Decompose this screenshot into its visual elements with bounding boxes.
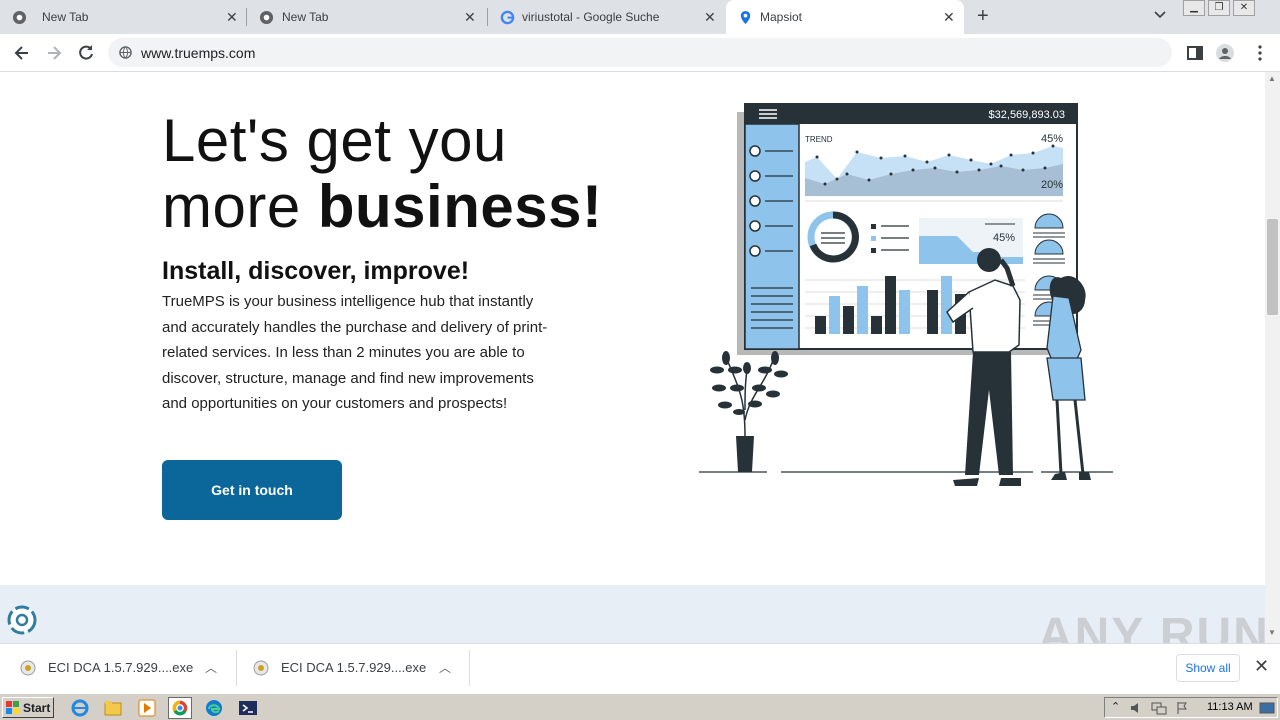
close-tab-icon[interactable]: ✕ [704, 9, 716, 26]
flag-icon[interactable] [1175, 701, 1189, 715]
tab-new-tab-2[interactable]: New Tab ✕ [247, 0, 487, 34]
hero-heading-line2-regular: more [162, 173, 318, 240]
chrome-icon [12, 10, 27, 25]
chevron-up-icon[interactable]: ︿ [205, 659, 217, 676]
download-filename: ECI DCA 1.5.7.929....exe [281, 660, 427, 675]
exe-file-icon [20, 660, 36, 676]
download-item[interactable]: ECI DCA 1.5.7.929....exe ︿ [236, 644, 470, 692]
hero-heading-line2-bold: business! [317, 173, 603, 240]
download-item[interactable]: ECI DCA 1.5.7.929....exe ︿ [0, 644, 236, 692]
business-dashboard-illustration: $32,569,893.03 TREND 45% 20% 45% [699, 103, 1113, 486]
windows-taskbar: Start ⌃ 11:13 AM [0, 693, 1280, 720]
scrollbar-thumb[interactable] [1267, 219, 1278, 315]
internet-explorer-icon[interactable] [70, 698, 90, 718]
tab-title: New Tab [42, 10, 89, 24]
profile-avatar-icon[interactable] [1215, 43, 1235, 63]
dashboard-amount: $32,569,893.03 [989, 109, 1065, 121]
trend-pct-bottom: 20% [1041, 179, 1063, 191]
url-text: www.truemps.com [141, 45, 256, 61]
restore-button[interactable]: ❐ [1208, 0, 1230, 16]
page-content: Let's get you more business! Install, di… [0, 72, 1265, 643]
page-scrollbar[interactable]: ▲ ▼ [1265, 72, 1280, 643]
start-button[interactable]: Start [2, 697, 54, 718]
show-all-button[interactable]: Show all [1176, 654, 1240, 682]
menu-kebab-icon[interactable] [1250, 43, 1270, 63]
close-tab-icon[interactable]: ✕ [464, 9, 476, 26]
tab-mapsiot[interactable]: Mapsiot ✕ [726, 0, 964, 34]
tab-strip: New Tab ✕ New Tab ✕ viriustotal - Google… [0, 0, 1280, 34]
back-arrow-icon[interactable] [12, 43, 32, 63]
tab-new-tab-1[interactable]: New Tab ✕ [0, 0, 245, 34]
forward-arrow-icon[interactable] [44, 43, 64, 63]
close-downloads-icon[interactable]: ✕ [1254, 656, 1269, 677]
plant-illustration [710, 351, 788, 472]
network-icon[interactable] [1151, 701, 1167, 715]
chevron-down-icon[interactable] [1153, 8, 1167, 22]
trend-label: TREND [805, 135, 833, 144]
woman-illustration [1046, 276, 1091, 480]
tab-title: New Tab [282, 10, 329, 24]
chevron-up-icon[interactable]: ︿ [439, 659, 451, 676]
tab-title: Mapsiot [760, 10, 803, 24]
globe-icon[interactable] [119, 46, 132, 59]
address-bar[interactable]: www.truemps.com [108, 38, 1172, 67]
download-filename: ECI DCA 1.5.7.929....exe [48, 660, 194, 675]
minimize-button[interactable]: ▁ [1183, 0, 1205, 16]
area-pct: 45% [993, 232, 1015, 244]
speaker-icon[interactable] [1129, 701, 1143, 715]
tray-expand-icon[interactable]: ⌃ [1111, 700, 1120, 713]
hero-subheading: Install, discover, improve! [162, 257, 470, 285]
chrome-icon [259, 10, 274, 25]
tab-title: viriustotal - Google Suche [522, 10, 660, 24]
close-tab-icon[interactable]: ✕ [226, 9, 238, 26]
exe-file-icon [253, 660, 269, 676]
windows-logo-icon [6, 700, 19, 714]
edge-icon[interactable] [204, 698, 224, 718]
tab-google-search[interactable]: viriustotal - Google Suche ✕ [488, 0, 726, 34]
file-explorer-icon[interactable] [103, 698, 123, 718]
reload-icon[interactable] [76, 43, 96, 63]
downloads-bar: ECI DCA 1.5.7.929....exe ︿ ECI DCA 1.5.7… [0, 643, 1280, 691]
side-panel-icon[interactable] [1185, 43, 1205, 63]
start-label: Start [23, 700, 51, 715]
powershell-icon[interactable] [238, 698, 258, 718]
map-pin-icon [740, 10, 751, 25]
close-window-button[interactable]: ✕ [1233, 0, 1255, 16]
chat-widget-icon[interactable] [6, 604, 38, 636]
clock: 11:13 AM [1207, 701, 1253, 713]
hero-heading: Let's get you more business! [162, 108, 602, 240]
google-icon [500, 10, 515, 25]
get-in-touch-button[interactable]: Get in touch [162, 460, 342, 520]
download-divider [469, 650, 470, 686]
system-tray: ⌃ 11:13 AM [1104, 697, 1278, 718]
scroll-up-icon[interactable]: ▲ [1268, 74, 1276, 83]
chrome-taskbar-icon[interactable] [168, 697, 192, 719]
close-tab-icon[interactable]: ✕ [943, 9, 955, 26]
trend-pct-top: 45% [1041, 133, 1063, 145]
window-controls: ▁ ❐ ✕ [1183, 0, 1258, 18]
new-tab-button[interactable]: + [977, 5, 989, 28]
show-desktop-icon[interactable] [1259, 701, 1275, 715]
hero-heading-line1: Let's get you [162, 107, 507, 174]
browser-toolbar: www.truemps.com [0, 34, 1280, 72]
hero-paragraph: TrueMPS is your business intelligence hu… [162, 293, 548, 413]
media-player-icon[interactable] [137, 698, 157, 718]
